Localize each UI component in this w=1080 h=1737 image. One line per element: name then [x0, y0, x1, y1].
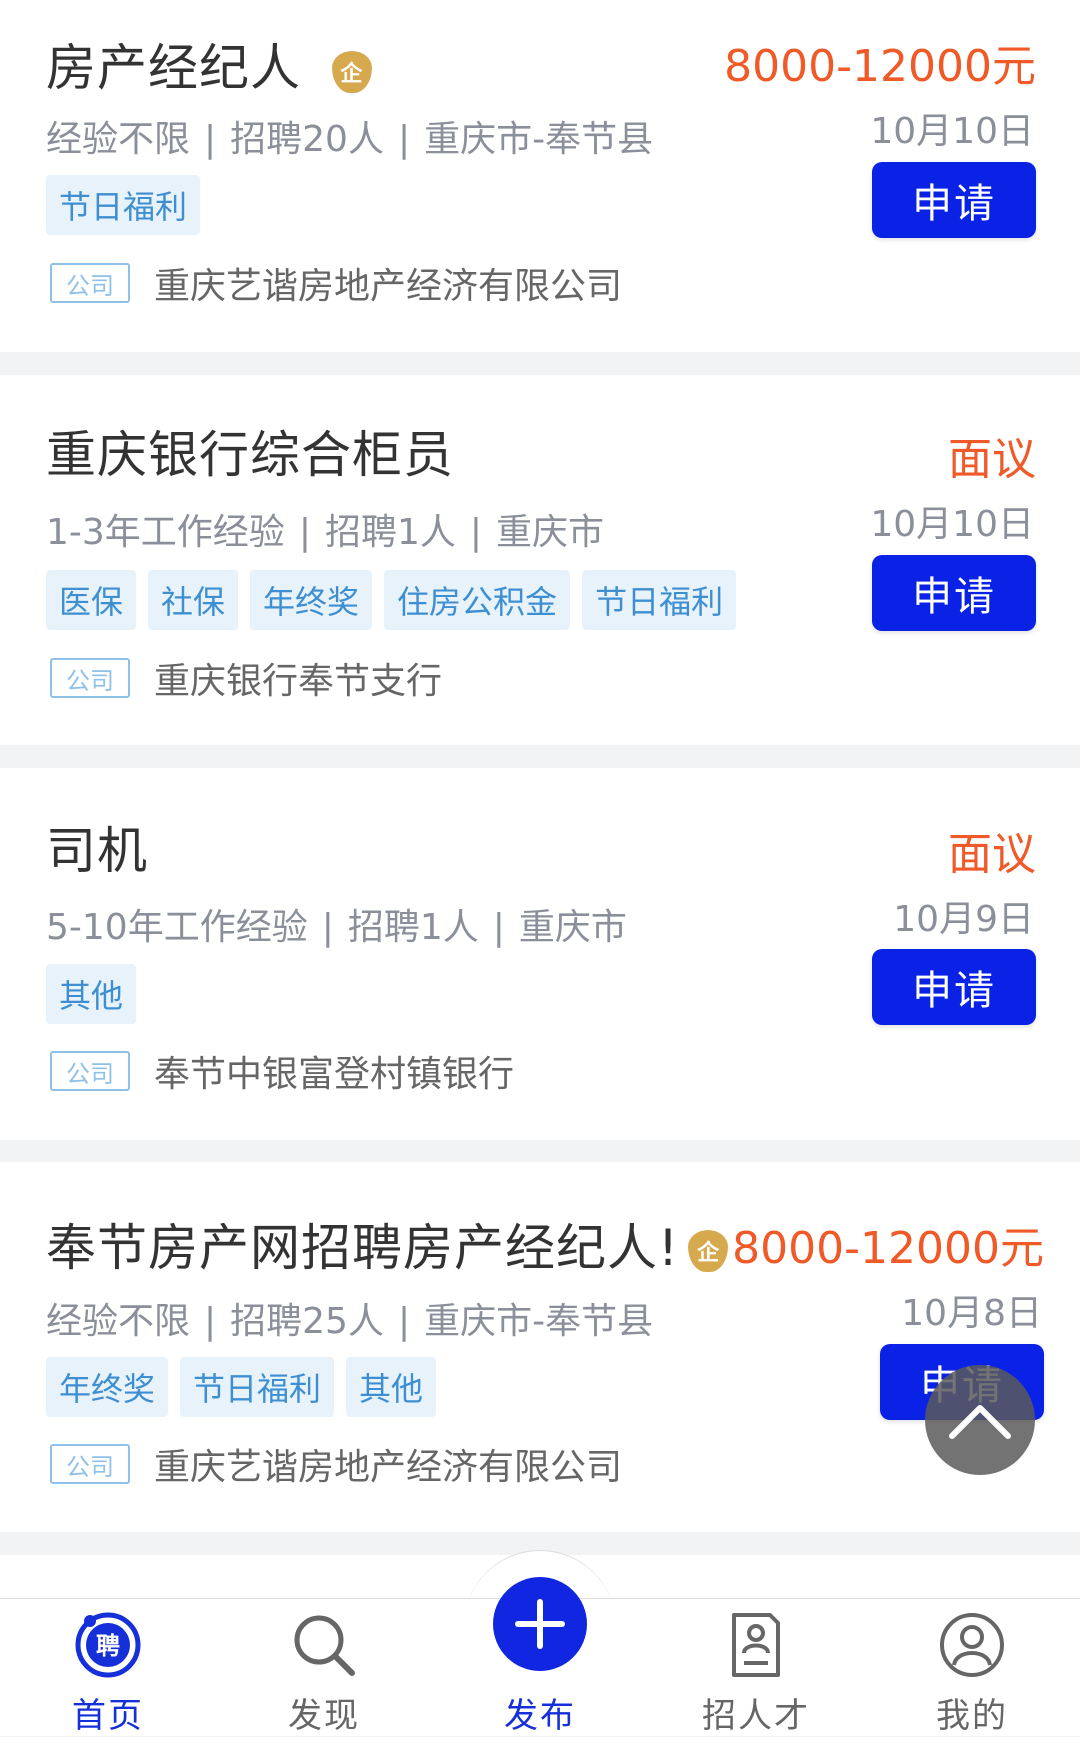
separator: |	[298, 512, 311, 553]
tab-label: 首页	[72, 1696, 144, 1736]
experience: 经验不限	[46, 119, 191, 160]
job-card[interactable]: 奉节房产网招聘房产经纪人! 企 8000-12000元 经验不限 | 招聘25人 | 重庆…	[0, 1162, 1080, 1532]
separator: |	[469, 512, 482, 553]
benefit-tags: 年终奖 节日福利 其他	[46, 1357, 437, 1417]
separator: |	[204, 119, 217, 160]
benefit-tags: 其他	[46, 964, 137, 1024]
job-meta: 经验不限 | 招聘20人 | 重庆市-奉节县	[46, 110, 653, 162]
job-title: 司机	[46, 822, 148, 880]
benefit-tag: 其他	[346, 1357, 437, 1417]
post-date: 10月8日	[901, 1293, 1042, 1334]
job-card[interactable]: 司机 面议 5-10年工作经验 | 招聘1人 | 重庆市 10月9日 申请 其他 公司 …	[0, 768, 1080, 1140]
benefit-tag: 年终奖	[250, 570, 373, 630]
tab-mine[interactable]: 我的	[864, 1599, 1080, 1736]
benefit-tag: 节日福利	[582, 570, 737, 630]
job-meta: 经验不限 | 招聘25人 | 重庆市-奉节县	[46, 1292, 653, 1344]
headcount: 招聘25人	[230, 1301, 384, 1342]
recruit-logo-icon: 聘	[75, 1612, 141, 1678]
experience: 经验不限	[46, 1301, 191, 1342]
headcount: 招聘1人	[347, 907, 479, 948]
company-row[interactable]: 公司 奉节中银富登村镇银行	[50, 1045, 514, 1097]
user-icon	[940, 1613, 1004, 1677]
location: 重庆市	[518, 907, 627, 948]
tab-talent[interactable]: 招人才	[648, 1599, 864, 1736]
headcount: 招聘1人	[324, 512, 456, 553]
company-badge: 公司	[50, 658, 130, 698]
chevron-up-icon	[949, 1405, 1011, 1439]
location: 重庆市	[496, 512, 605, 553]
company-name: 重庆艺谐房地产经济有限公司	[154, 266, 623, 307]
salary: 企 8000-12000元	[688, 1212, 1044, 1276]
salary: 面议	[948, 434, 1036, 485]
publish-button[interactable]	[493, 1577, 587, 1671]
job-meta: 1-3年工作经验 | 招聘1人 | 重庆市	[46, 503, 604, 555]
job-card[interactable]: 房产经纪人 企 8000-12000元 经验不限 | 招聘20人 | 重庆市-奉节县 1…	[0, 0, 1080, 352]
company-badge: 公司	[50, 1051, 130, 1091]
benefit-tag: 医保	[46, 570, 137, 630]
headcount: 招聘20人	[230, 119, 384, 160]
company-row[interactable]: 公司 重庆银行奉节支行	[50, 652, 442, 704]
company-badge: 公司	[50, 1444, 130, 1484]
company-name: 重庆银行奉节支行	[154, 661, 443, 702]
tab-home[interactable]: 聘 首页	[0, 1599, 216, 1736]
plus-icon	[515, 1599, 565, 1649]
benefit-tag: 社保	[148, 570, 239, 630]
experience: 5-10年工作经验	[46, 907, 308, 948]
job-title: 奉节房产网招聘房产经纪人!	[46, 1219, 680, 1277]
company-row[interactable]: 公司 重庆艺谐房地产经济有限公司	[50, 1438, 622, 1490]
post-date: 10月10日	[870, 111, 1034, 152]
post-date: 10月9日	[893, 899, 1034, 940]
location: 重庆市-奉节县	[424, 1301, 654, 1342]
tab-label: 发布	[504, 1696, 576, 1736]
resume-icon	[732, 1613, 780, 1677]
benefit-tag: 住房公积金	[384, 570, 571, 630]
job-title: 房产经纪人 企	[46, 28, 372, 100]
apply-button[interactable]: 申请	[872, 162, 1036, 238]
separator: |	[397, 1301, 411, 1342]
enterprise-verified-icon: 企	[688, 1230, 729, 1272]
tab-label: 发现	[288, 1696, 360, 1736]
tab-discover[interactable]: 发现	[216, 1599, 432, 1736]
benefit-tags: 节日福利	[46, 175, 201, 235]
salary: 面议	[948, 829, 1036, 880]
benefit-tags: 医保 社保 年终奖 住房公积金 节日福利	[46, 570, 737, 630]
job-title: 重庆银行综合柜员	[46, 426, 454, 484]
benefit-tag: 节日福利	[46, 175, 201, 235]
separator: |	[321, 907, 334, 948]
separator: |	[397, 119, 411, 160]
benefit-tag: 年终奖	[46, 1357, 169, 1417]
company-name: 奉节中银富登村镇银行	[154, 1054, 515, 1095]
post-date: 10月10日	[870, 504, 1034, 545]
job-card[interactable]: 重庆银行综合柜员 面议 1-3年工作经验 | 招聘1人 | 重庆市 10月10日 申请 …	[0, 375, 1080, 745]
salary: 8000-12000元	[724, 41, 1036, 92]
job-meta: 5-10年工作经验 | 招聘1人 | 重庆市	[46, 898, 627, 950]
back-to-top-button[interactable]	[925, 1365, 1035, 1475]
company-badge: 公司	[50, 263, 130, 303]
separator: |	[492, 907, 505, 948]
tab-label: 我的	[936, 1696, 1008, 1736]
apply-button[interactable]: 申请	[872, 555, 1036, 631]
tab-label: 招人才	[702, 1696, 810, 1736]
location: 重庆市-奉节县	[424, 119, 654, 160]
separator: |	[204, 1301, 217, 1342]
svg-text:聘: 聘	[96, 1632, 120, 1660]
company-name: 重庆艺谐房地产经济有限公司	[154, 1447, 623, 1488]
benefit-tag: 其他	[46, 964, 137, 1024]
search-icon	[294, 1615, 355, 1676]
enterprise-verified-icon: 企	[331, 50, 372, 93]
company-row[interactable]: 公司 重庆艺谐房地产经济有限公司	[50, 257, 622, 309]
apply-button[interactable]: 申请	[872, 949, 1036, 1025]
experience: 1-3年工作经验	[46, 512, 285, 553]
benefit-tag: 节日福利	[180, 1357, 335, 1417]
